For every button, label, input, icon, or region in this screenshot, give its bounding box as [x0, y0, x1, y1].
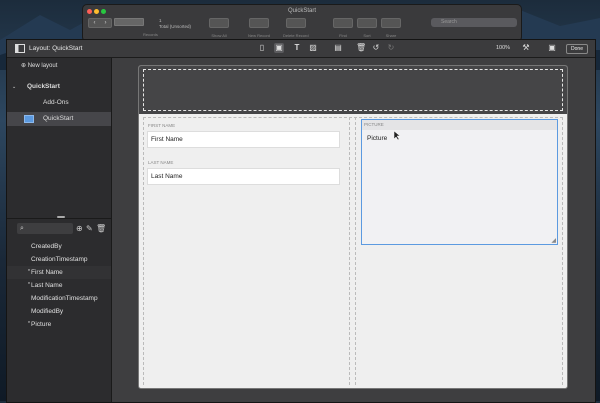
- sort-button[interactable]: Sort: [357, 18, 377, 38]
- text-tool-icon[interactable]: T: [292, 43, 302, 53]
- body-guide-right: [562, 117, 563, 385]
- folder-label: QuickStart: [27, 83, 60, 90]
- body-guide-left: [143, 117, 144, 385]
- required-marker: *: [28, 321, 30, 327]
- window-title: QuickStart: [287, 8, 316, 14]
- find-button[interactable]: Find: [333, 18, 353, 38]
- record-slider[interactable]: [114, 18, 144, 26]
- field-item[interactable]: CreationTimestamp: [7, 253, 111, 266]
- picture-label: PICTURE: [364, 122, 384, 127]
- layout-item-quickstart[interactable]: QuickStart: [7, 112, 111, 126]
- delete-record-button[interactable]: Delete Record: [283, 18, 309, 38]
- new-layout-button[interactable]: ⊕ New layout: [21, 62, 57, 69]
- record-total: 1 Total (Unsorted): [159, 18, 192, 29]
- chevron-down-icon: ⌄: [12, 84, 17, 90]
- layout-toolbar: Layout: QuickStart ▯ ▣ T ▨ ▤ 🗑 ↺ ↻ 100% …: [7, 40, 595, 58]
- redo-icon[interactable]: ↻: [386, 43, 396, 53]
- layout-title: Layout: QuickStart: [29, 45, 83, 52]
- required-marker: *: [28, 282, 30, 288]
- next-record-icon[interactable]: ›: [100, 19, 111, 27]
- trash-icon[interactable]: 🗑: [356, 43, 366, 53]
- sidebar-toggle-icon[interactable]: [15, 44, 25, 53]
- layout-folder-quickstart[interactable]: ⌄ QuickStart: [7, 80, 111, 94]
- divider: [7, 218, 111, 219]
- add-field-icon[interactable]: ⊕: [76, 224, 83, 233]
- field-item[interactable]: CreatedBy: [7, 240, 111, 253]
- layouts-sidebar: ⊕ New layout ⌄ QuickStart Add-Ons QuickS…: [7, 58, 112, 402]
- search-icon: ⌕: [20, 225, 24, 232]
- last-name-label: LAST NAME: [148, 160, 174, 165]
- background-window[interactable]: QuickStart ‹ › Records 1 Total (Unsorted…: [82, 4, 522, 42]
- picture-placeholder: Picture: [367, 135, 388, 142]
- share-button[interactable]: Share: [381, 18, 401, 38]
- column-guide: [349, 117, 350, 385]
- field-item[interactable]: * Picture: [7, 318, 111, 331]
- first-name-label: FIRST NAME: [148, 123, 176, 128]
- picture-label-bar: [362, 120, 557, 130]
- header-guide: [143, 69, 563, 111]
- show-all-button[interactable]: Show All: [209, 18, 229, 38]
- picture-field[interactable]: PICTURE Picture ◢: [361, 119, 558, 245]
- first-name-field[interactable]: First Name: [147, 131, 340, 148]
- field-search-input[interactable]: ⌕: [17, 223, 73, 234]
- field-item[interactable]: * First Name: [7, 266, 111, 279]
- layout-canvas[interactable]: FIRST NAME First Name LAST NAME Last Nam…: [138, 65, 568, 389]
- records-label: Records: [143, 32, 158, 37]
- zoom-level[interactable]: 100%: [496, 45, 510, 51]
- save-icon[interactable]: ▣: [547, 43, 557, 53]
- layout-mode-window[interactable]: Layout: QuickStart ▯ ▣ T ▨ ▤ 🗑 ↺ ↻ 100% …: [6, 39, 596, 403]
- image-tool-icon[interactable]: ▨: [308, 43, 318, 53]
- layout-item-add-ons[interactable]: Add-Ons: [7, 96, 111, 110]
- edit-field-icon[interactable]: ✎: [86, 224, 93, 233]
- field-item[interactable]: * Last Name: [7, 279, 111, 292]
- previous-record-icon[interactable]: ‹: [89, 19, 100, 27]
- layout-style-icon[interactable]: ▤: [333, 43, 343, 53]
- columns-view-icon[interactable]: ▯: [257, 43, 267, 53]
- mouse-cursor-icon: [394, 131, 401, 140]
- delete-field-icon[interactable]: 🗑: [96, 224, 106, 233]
- plus-circle-icon: ⊕: [21, 63, 27, 69]
- layout-label: Add-Ons: [43, 99, 69, 106]
- new-layout-label: New layout: [27, 63, 58, 69]
- tools-icon[interactable]: ⚒: [521, 43, 531, 53]
- layout-canvas-area: FIRST NAME First Name LAST NAME Last Nam…: [112, 58, 595, 402]
- required-marker: *: [28, 269, 30, 275]
- column-guide: [355, 117, 356, 385]
- field-item[interactable]: ModifiedBy: [7, 305, 111, 318]
- undo-icon[interactable]: ↺: [371, 43, 381, 53]
- body-guide-top: [143, 117, 563, 118]
- resize-grip-icon[interactable]: ◢: [551, 237, 556, 244]
- done-button[interactable]: Done: [566, 44, 588, 54]
- header-part[interactable]: [139, 66, 567, 114]
- last-name-field[interactable]: Last Name: [147, 168, 340, 185]
- form-view-icon[interactable]: ▣: [274, 43, 284, 53]
- record-nav-buttons[interactable]: ‹ ›: [88, 18, 112, 28]
- new-record-button[interactable]: New Record: [248, 18, 270, 38]
- layout-label: QuickStart: [43, 115, 74, 122]
- search-input[interactable]: Search: [431, 18, 517, 27]
- field-item[interactable]: ModificationTimestamp: [7, 292, 111, 305]
- layout-icon: [24, 115, 34, 123]
